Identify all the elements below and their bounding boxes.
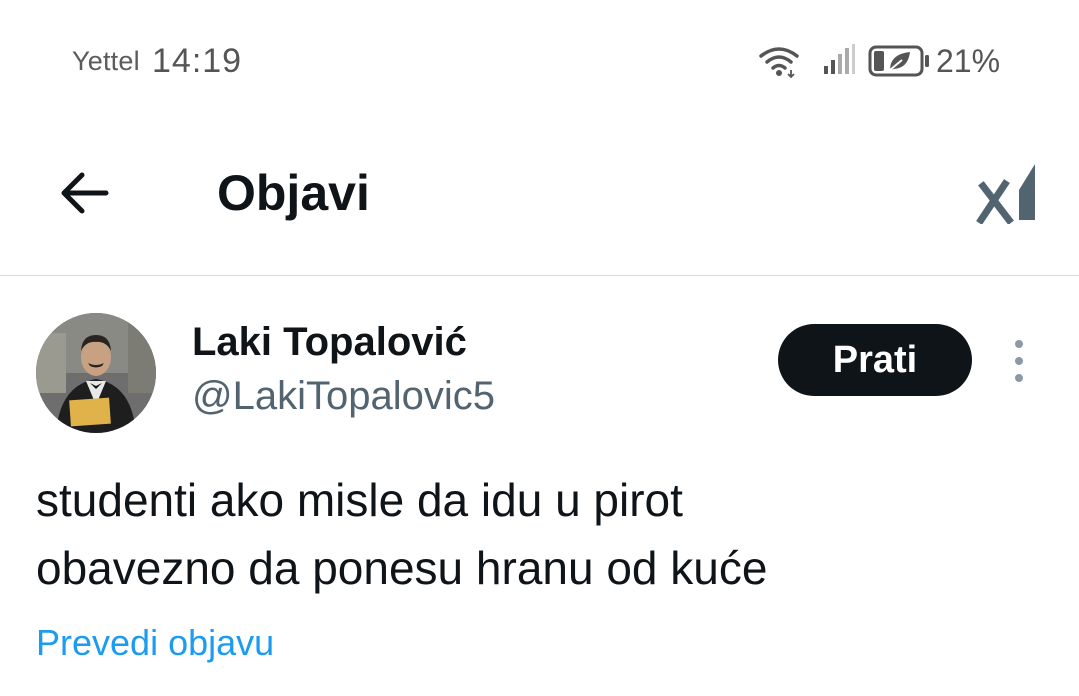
status-time: 14:19 <box>152 42 243 80</box>
author-handle[interactable]: @LakiTopalovic5 <box>192 374 495 419</box>
follow-button[interactable]: Prati <box>778 324 972 396</box>
tweet: Laki Topalović @LakiTopalovic5 Prati stu… <box>0 276 1079 696</box>
tweet-text-line: obavezno da ponesu hranu od kuće <box>36 542 768 594</box>
tweet-text: studenti ako misle da idu u pirot obavez… <box>36 466 1036 602</box>
author-name[interactable]: Laki Topalović <box>192 320 467 365</box>
carrier-name: Yettel <box>72 46 140 76</box>
arrow-left-icon[interactable] <box>56 168 112 218</box>
tweet-text-line: studenti ako misle da idu u pirot <box>36 474 683 526</box>
avatar-image <box>36 313 156 433</box>
app-header: Objavi <box>0 120 1079 276</box>
wifi-icon <box>759 47 799 78</box>
more-vertical-icon[interactable] <box>1004 336 1034 386</box>
avatar[interactable] <box>36 313 156 433</box>
battery-icon <box>868 45 929 77</box>
page-title: Objavi <box>217 165 370 221</box>
battery-percentage: 21% <box>936 43 1001 79</box>
signal-icon <box>824 44 855 74</box>
translate-link[interactable]: Prevedi objavu <box>36 622 274 664</box>
grok-icon[interactable] <box>975 160 1039 224</box>
status-bar: Yettel 14:19 21% <box>0 0 1079 120</box>
